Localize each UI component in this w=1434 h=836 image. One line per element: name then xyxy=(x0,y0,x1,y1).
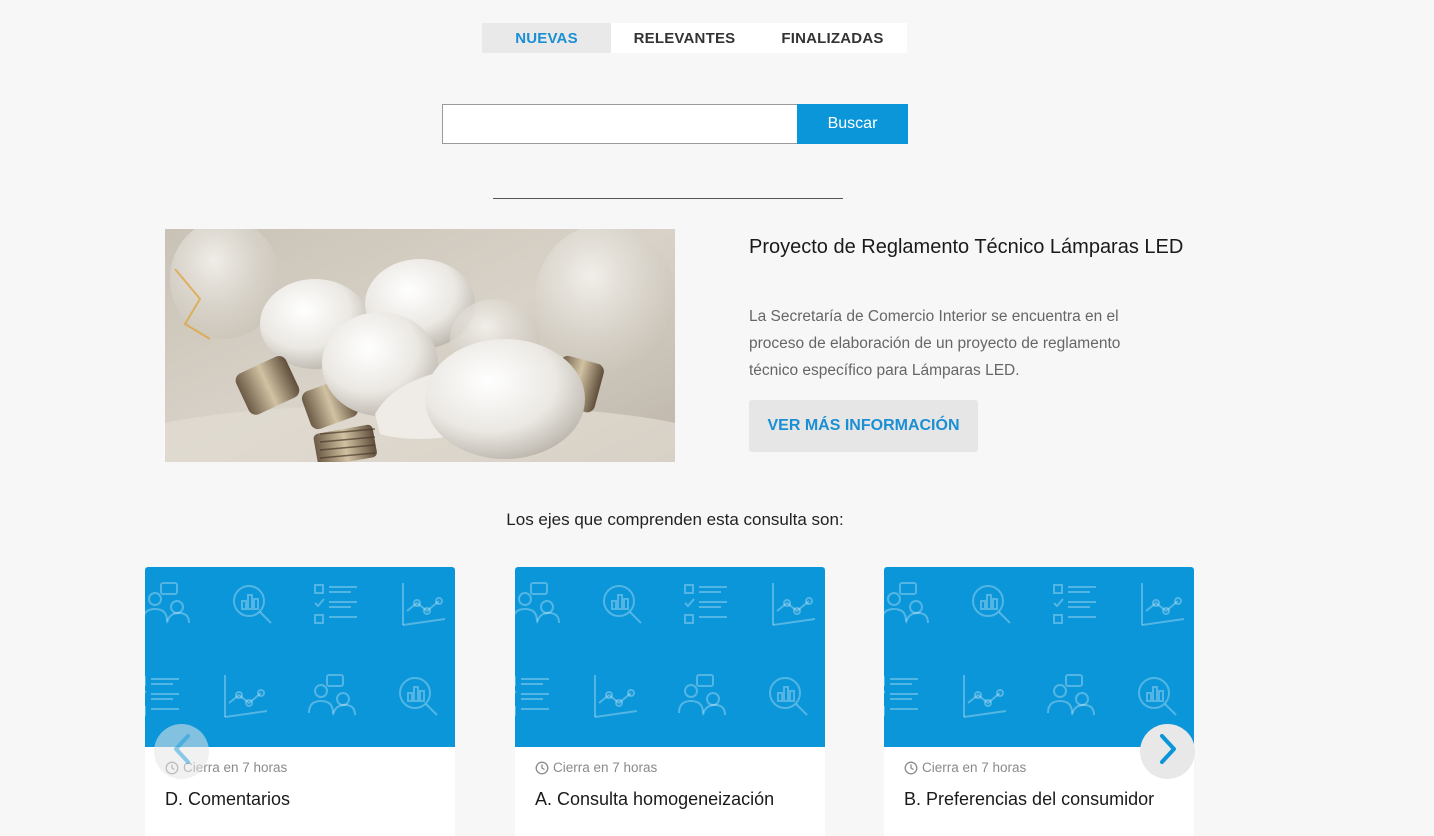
card-title[interactable]: B. Preferencias del consumidor xyxy=(904,789,1154,810)
tab-nuevas[interactable]: NUEVAS xyxy=(482,23,611,53)
card-closing-time: Cierra en 7 horas xyxy=(553,760,658,775)
featured-description: La Secretaría de Comercio Interior se en… xyxy=(749,308,1121,379)
search-input[interactable] xyxy=(442,104,797,144)
consulta-card[interactable]: Cierra en 7 horas D. Comentarios xyxy=(145,567,455,836)
consulta-card[interactable]: Cierra en 7 horas A. Consulta homogeneiz… xyxy=(515,567,825,836)
tab-relevantes[interactable]: RELEVANTES xyxy=(611,23,758,53)
card-banner-pattern xyxy=(884,567,1194,747)
card-banner-pattern xyxy=(145,567,455,747)
clock-icon xyxy=(535,761,549,775)
featured-title: Proyecto de Reglamento Técnico Lámparas … xyxy=(749,236,1184,258)
featured-image xyxy=(165,229,675,462)
section-divider xyxy=(493,198,843,199)
tab-finalizadas[interactable]: FINALIZADAS xyxy=(758,23,907,53)
ejes-heading: Los ejes que comprenden esta consulta so… xyxy=(506,510,844,529)
carousel-prev-button[interactable] xyxy=(154,724,209,779)
search-bar: Buscar xyxy=(442,104,908,144)
card-banner-pattern xyxy=(515,567,825,747)
card-title[interactable]: A. Consulta homogeneización xyxy=(535,789,774,810)
carousel-next-button[interactable] xyxy=(1140,724,1195,779)
search-button[interactable]: Buscar xyxy=(797,104,908,144)
chevron-right-icon xyxy=(1156,732,1180,771)
clock-icon xyxy=(904,761,918,775)
tab-bar: NUEVAS RELEVANTES FINALIZADAS xyxy=(482,23,907,53)
consulta-card[interactable]: Cierra en 7 horas B. Preferencias del co… xyxy=(884,567,1194,836)
more-info-button[interactable]: VER MÁS INFORMACIÓN xyxy=(749,400,978,452)
chevron-left-icon xyxy=(170,732,194,771)
card-closing-time: Cierra en 7 horas xyxy=(922,760,1027,775)
card-title[interactable]: D. Comentarios xyxy=(165,789,290,810)
